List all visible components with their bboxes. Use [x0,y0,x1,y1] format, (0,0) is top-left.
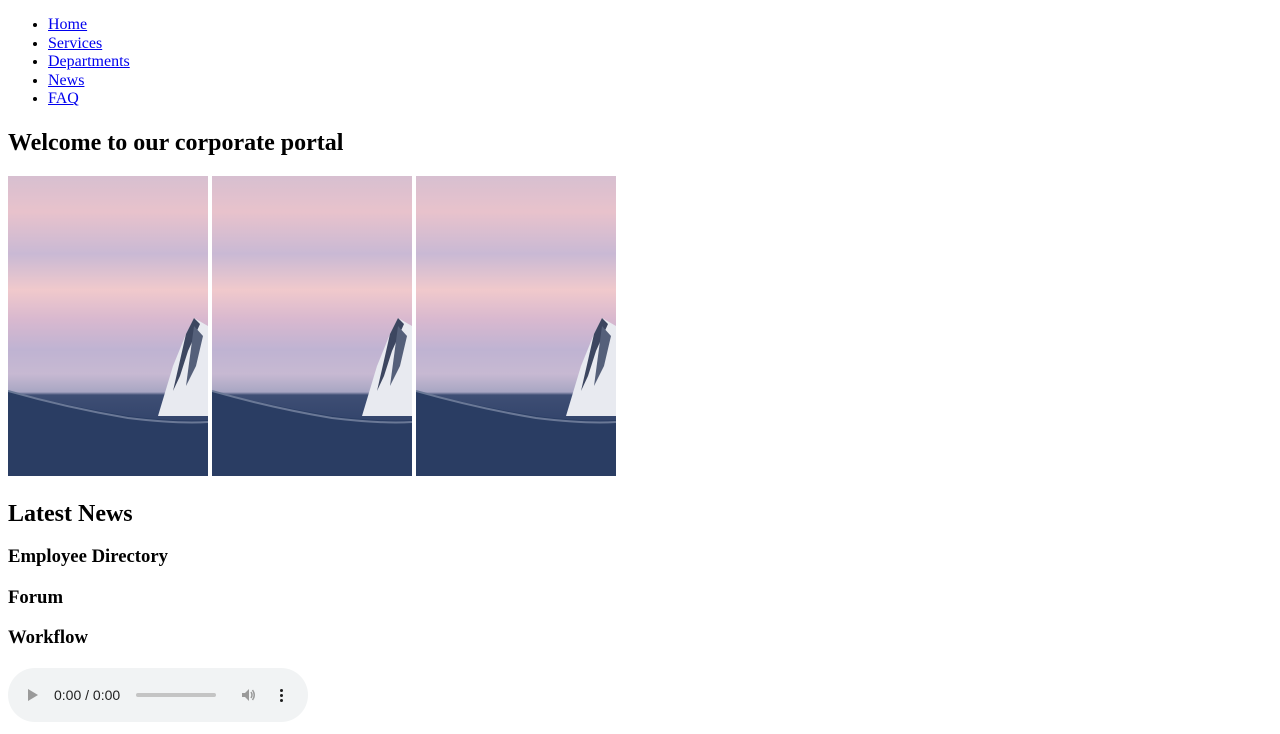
nav-link-faq[interactable]: FAQ [48,90,79,107]
nav-item-departments: Departments [48,53,1272,72]
workflow-heading: Workflow [8,627,88,648]
nav-link-departments[interactable]: Departments [48,53,130,70]
gallery-image-1 [8,176,208,476]
mountain-sunset-photo-icon [212,318,412,476]
mountain-sunset-photo-icon [416,318,616,476]
audio-time: 0:00 / 0:00 [54,687,121,703]
main-nav: Home Services Departments News FAQ [8,0,1272,109]
mountain-sunset-photo-icon [8,318,208,476]
audio-player[interactable]: 0:00 / 0:00 [8,668,308,722]
gallery-image-2 [212,176,412,476]
nav-link-services[interactable]: Services [48,35,102,52]
nav-link-home[interactable]: Home [48,16,87,33]
nav-item-news: News [48,72,1272,91]
volume-icon[interactable] [240,687,256,703]
nav-link-news[interactable]: News [48,72,84,89]
forum-heading: Forum [8,587,64,608]
nav-item-faq: FAQ [48,90,1272,109]
nav-item-home: Home [48,16,1272,35]
gallery-image-3 [416,176,616,476]
nav-item-services: Services [48,35,1272,54]
audio-progress-bar[interactable] [136,693,217,697]
image-gallery [8,176,616,476]
latest-news-heading: Latest News [8,501,133,527]
employee-directory-heading: Employee Directory [8,546,169,567]
play-icon[interactable] [28,689,38,701]
welcome-heading: Welcome to our corporate portal [8,130,344,156]
page: Home Services Departments News FAQ [0,0,1280,109]
more-options-icon[interactable] [280,688,284,702]
